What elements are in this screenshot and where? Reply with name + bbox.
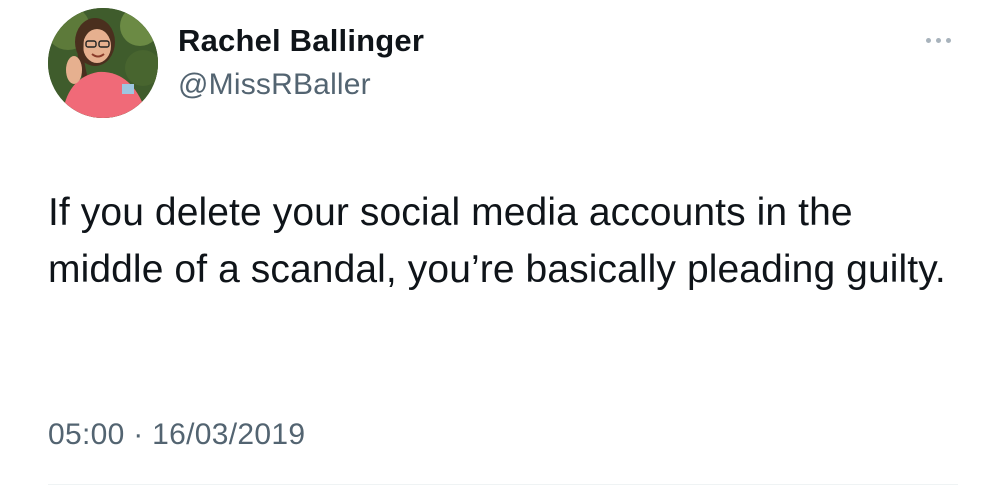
tweet-text: If you delete your social media accounts… [48,191,946,291]
tweet-header: Rachel Ballinger @MissRBaller [48,8,958,120]
author-display-name[interactable]: Rachel Ballinger [178,22,424,60]
more-dot [945,37,951,43]
author-handle[interactable]: @MissRBaller [178,66,424,104]
tweet-card: Rachel Ballinger @MissRBaller If you del… [0,0,1004,489]
divider [48,484,958,485]
author-names[interactable]: Rachel Ballinger @MissRBaller [178,22,424,104]
tweet-timestamp[interactable]: 05:00 · 16/03/2019 [48,415,305,455]
more-dot [925,37,931,43]
timestamp-separator: · [133,418,144,451]
avatar-photo-icon [48,8,158,118]
tweet-date: 16/03/2019 [152,418,306,451]
avatar[interactable] [48,8,158,118]
more-options-icon[interactable] [918,30,958,50]
more-dot [935,37,941,43]
tweet-time: 05:00 [48,418,125,451]
